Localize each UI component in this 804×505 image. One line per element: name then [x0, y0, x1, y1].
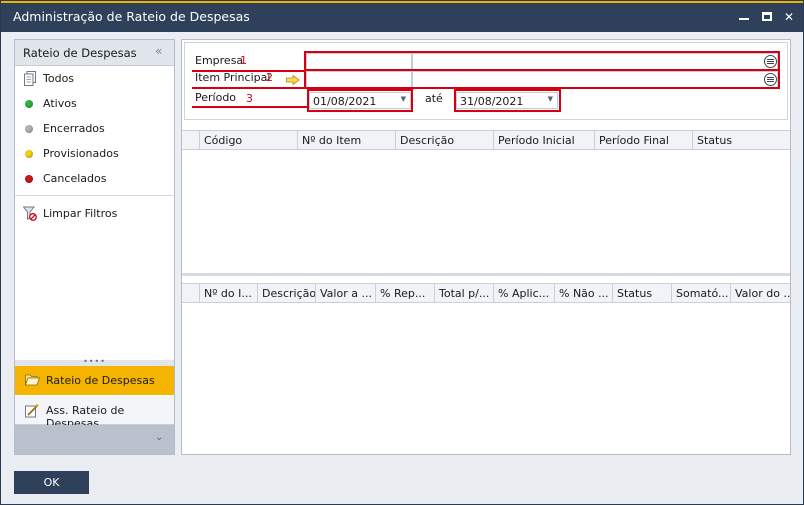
nav-ass-rateio-de-despesas[interactable]: Ass. Rateio de Despesas	[15, 396, 174, 430]
periodo-label: Período	[195, 91, 237, 104]
filter-label: Encerrados	[43, 122, 105, 135]
document-icon	[24, 71, 36, 86]
column-header[interactable]: Período Final	[594, 131, 692, 150]
item-principal-label: Item Principal	[195, 71, 271, 84]
column-header[interactable]: Nº do Item	[297, 131, 395, 150]
item-grid: Nº do I... Descrição Valor a ... % Rep..…	[182, 283, 790, 453]
nav-label: Rateio de Despesas	[46, 374, 155, 387]
filter-label: Ativos	[43, 97, 77, 110]
filter-ativos[interactable]: Ativos	[15, 93, 174, 115]
main-window: Administração de Rateio de Despesas ✕ Ra…	[0, 0, 804, 505]
empresa-label: Empresa	[195, 54, 244, 67]
column-header[interactable]: Status	[692, 131, 790, 150]
filter-label: Cancelados	[43, 172, 107, 185]
column-header[interactable]: Status	[612, 284, 671, 303]
column-header[interactable]: Período Inicial	[493, 131, 594, 150]
minimize-icon[interactable]	[735, 8, 753, 26]
sidebar-title: Rateio de Despesas	[23, 46, 137, 60]
marker-2: 2	[266, 71, 273, 84]
sidebar-footer: ⌄	[15, 425, 174, 454]
column-header[interactable]: Descrição	[257, 284, 315, 303]
clear-filter-icon	[23, 206, 37, 221]
clear-filters-button[interactable]: Limpar Filtros	[15, 203, 174, 225]
red-dot-icon	[25, 175, 33, 183]
highlight-item-principal	[304, 69, 780, 89]
folder-open-icon	[25, 374, 40, 386]
filter-form: Empresa 1 Item Principal 2 Período 3 01/…	[184, 42, 788, 120]
ok-button[interactable]: OK	[14, 471, 89, 494]
filter-cancelados[interactable]: Cancelados	[15, 168, 174, 190]
ate-label: até	[425, 92, 443, 105]
column-header[interactable]: Somató...	[671, 284, 730, 303]
filter-encerrados[interactable]: Encerrados	[15, 118, 174, 140]
underline-item-principal	[192, 87, 306, 89]
column-header[interactable]: Valor a ...	[315, 284, 375, 303]
highlight-periodo-to	[454, 89, 561, 112]
gray-dot-icon	[25, 125, 33, 133]
filter-todos[interactable]: Todos	[15, 68, 174, 90]
wizard-icon	[25, 403, 39, 418]
window-title: Administração de Rateio de Despesas	[13, 9, 250, 24]
nav-rateio-de-despesas[interactable]: Rateio de Despesas	[15, 366, 174, 395]
row-header-cell	[182, 284, 199, 303]
close-icon[interactable]: ✕	[780, 8, 798, 26]
column-header[interactable]: Nº do I...	[199, 284, 257, 303]
row-header-cell	[182, 131, 199, 150]
highlight-periodo-from	[307, 89, 413, 112]
link-arrow-icon[interactable]	[286, 75, 300, 85]
collapse-icon[interactable]: «	[155, 44, 162, 58]
column-header[interactable]: % Aplic...	[493, 284, 554, 303]
sidebar-header: Rateio de Despesas «	[15, 40, 174, 66]
item-grid-header: Nº do I... Descrição Valor a ... % Rep..…	[182, 283, 790, 303]
column-header[interactable]: % Não ...	[554, 284, 612, 303]
filter-label: Provisionados	[43, 147, 119, 160]
grid-splitter[interactable]	[182, 273, 790, 276]
column-header[interactable]: Código	[199, 131, 297, 150]
column-header[interactable]: % Rep...	[375, 284, 434, 303]
yellow-dot-icon	[25, 150, 33, 158]
underline-periodo	[192, 106, 308, 108]
maximize-icon[interactable]	[758, 8, 776, 26]
chevron-down-icon[interactable]: ⌄	[155, 432, 163, 443]
rateio-grid-header: Código Nº do Item Descrição Período Inic…	[182, 130, 790, 150]
column-header[interactable]: Valor do ...	[730, 284, 790, 303]
column-header[interactable]: Total p/...	[434, 284, 493, 303]
marker-3: 3	[246, 92, 253, 105]
title-bar: Administração de Rateio de Despesas ✕	[1, 1, 803, 32]
filter-label: Todos	[43, 72, 75, 85]
marker-1: 1	[240, 54, 247, 67]
green-dot-icon	[25, 100, 33, 108]
filter-provisionados[interactable]: Provisionados	[15, 143, 174, 165]
rateio-grid: Código Nº do Item Descrição Período Inic…	[182, 130, 790, 273]
column-header[interactable]: Descrição	[395, 131, 493, 150]
sidebar-divider	[15, 195, 174, 196]
sidebar: Rateio de Despesas « Todos Ativos Encerr…	[14, 39, 175, 455]
clear-filters-label: Limpar Filtros	[43, 207, 118, 220]
